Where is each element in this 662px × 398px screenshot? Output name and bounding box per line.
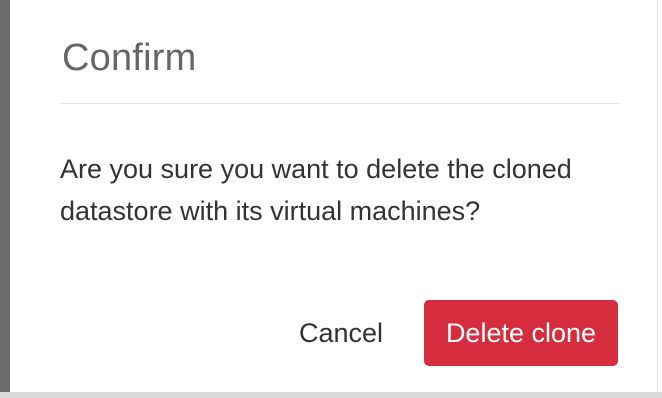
dialog-footer: Cancel Delete clone <box>10 296 658 370</box>
dialog-title: Confirm <box>62 37 197 79</box>
dialog-header: Confirm <box>60 0 620 104</box>
backdrop-overlay-bottom <box>0 392 662 398</box>
dialog-message: Are you sure you want to delete the clon… <box>60 154 572 226</box>
backdrop-overlay-left <box>0 0 10 398</box>
cancel-button[interactable]: Cancel <box>278 304 404 362</box>
confirm-dialog: Confirm Are you sure you want to delete … <box>10 0 658 392</box>
delete-clone-button[interactable]: Delete clone <box>424 300 618 366</box>
